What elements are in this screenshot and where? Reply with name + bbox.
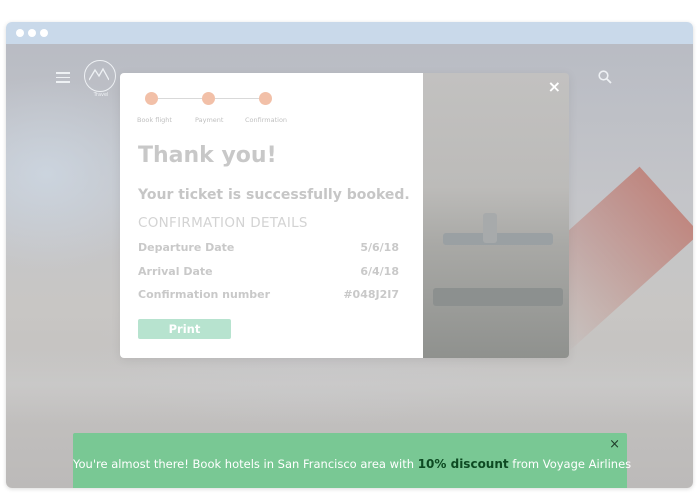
step-connector: [158, 98, 202, 99]
promo-text-after: from Voyage Airlines: [508, 457, 632, 471]
step-label-book-flight: Book flight: [137, 116, 172, 124]
airport-jet-shape: [443, 233, 553, 245]
detail-label: Confirmation number: [138, 288, 271, 301]
step-label-confirmation: Confirmation: [245, 116, 288, 124]
modal-subtitle: Your ticket is successfully booked.: [138, 187, 410, 203]
mountain-logo-icon[interactable]: Travel: [84, 60, 116, 98]
mountain-logo-shape: [89, 67, 109, 81]
window-dot-icon[interactable]: [16, 29, 24, 37]
step-connector: [215, 98, 259, 99]
logo-text: Travel: [93, 92, 109, 98]
browser-title-bar: [6, 22, 693, 44]
section-heading: CONFIRMATION DETAILS: [138, 215, 308, 231]
detail-label: Arrival Date: [138, 265, 213, 278]
promo-text: You're almost there! Book hotels in San …: [73, 457, 631, 471]
window-dot-icon[interactable]: [28, 29, 36, 37]
step-dot-confirmation: [259, 92, 272, 105]
airport-terminal-shape: [433, 288, 563, 306]
step-dot-payment: [202, 92, 215, 105]
step-dot-book-flight: [145, 92, 158, 105]
modal-title: Thank you!: [138, 143, 277, 168]
close-icon[interactable]: ×: [548, 79, 561, 95]
modal-airport-photo: ×: [423, 73, 569, 358]
detail-label: Departure Date: [138, 241, 235, 254]
promo-banner: × You're almost there! Book hotels in Sa…: [73, 433, 631, 488]
promo-discount[interactable]: 10% discount: [418, 457, 509, 471]
detail-value: 5/6/18: [360, 241, 399, 254]
close-icon[interactable]: ×: [609, 437, 620, 452]
airport-tail-shape: [483, 213, 497, 243]
detail-value: #048J2I7: [343, 288, 399, 301]
hamburger-menu-icon[interactable]: [56, 72, 70, 83]
modal-content: Book flight Payment Confirmation Thank y…: [120, 73, 423, 358]
window-dot-icon[interactable]: [40, 29, 48, 37]
print-button[interactable]: Print: [138, 319, 231, 339]
booking-confirmation-modal: Book flight Payment Confirmation Thank y…: [120, 73, 569, 358]
step-label-payment: Payment: [195, 116, 224, 124]
detail-value: 6/4/18: [360, 265, 399, 278]
promo-text-before: You're almost there! Book hotels in San …: [73, 457, 418, 471]
search-icon[interactable]: [598, 70, 612, 84]
